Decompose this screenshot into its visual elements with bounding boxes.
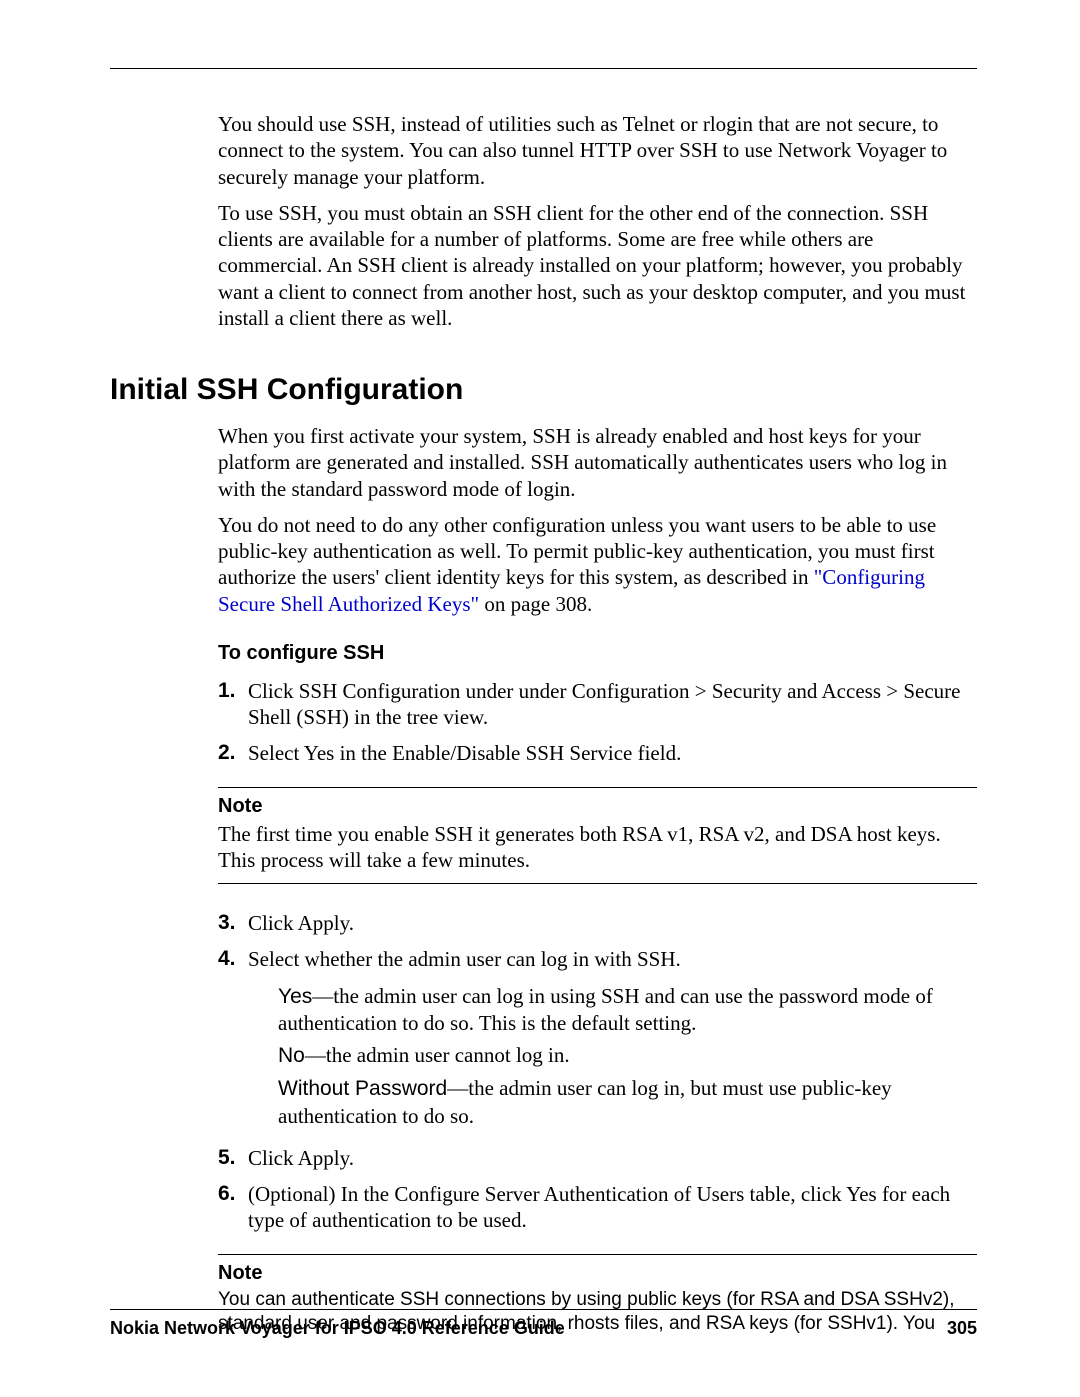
step-3: 3. Click Apply. [218,910,977,936]
section-paragraph-1: When you first activate your system, SSH… [218,423,977,502]
step-5: 5. Click Apply. [218,1145,977,1171]
step-number: 2. [218,740,248,766]
step-number: 3. [218,910,248,936]
note-box-1: Note The first time you enable SSH it ge… [218,787,977,885]
option-text: —the admin user cannot log in. [305,1043,570,1067]
step-text: Select Yes in the Enable/Disable SSH Ser… [248,740,977,766]
top-rule [110,68,977,69]
step-text: Click SSH Configuration under under Conf… [248,678,977,731]
procedure-steps-cont: 3. Click Apply. 4. Select whether the ad… [218,910,977,1234]
section-paragraph-2: You do not need to do any other configur… [218,512,977,617]
option-no: No—the admin user cannot log in. [278,1042,977,1069]
section-heading: Initial SSH Configuration [110,373,977,407]
intro-paragraph-2: To use SSH, you must obtain an SSH clien… [218,200,977,331]
page-number: 305 [947,1318,977,1339]
step-1: 1. Click SSH Configuration under under C… [218,678,977,731]
option-text: —the admin user can log in using SSH and… [278,984,933,1035]
document-page: You should use SSH, instead of utilities… [0,0,1080,1397]
section-p2-tail: on page 308. [479,592,592,616]
step-number: 6. [218,1181,248,1234]
note-text: The first time you enable SSH it generat… [218,821,977,874]
step-2: 2. Select Yes in the Enable/Disable SSH … [218,740,977,766]
step-text: Click Apply. [248,1145,977,1171]
option-label: Without Password [278,1077,447,1100]
page-footer: Nokia Network Voyager for IPSO 4.0 Refer… [110,1309,977,1339]
step-6: 6. (Optional) In the Configure Server Au… [218,1181,977,1234]
note-label: Note [218,794,977,819]
step-text: Select whether the admin user can log in… [248,947,681,971]
section-body: When you first activate your system, SSH… [218,423,977,1337]
step-4: 4. Select whether the admin user can log… [218,946,977,1135]
option-label: Yes [278,985,312,1008]
option-without-password: Without Password—the admin user can log … [278,1075,977,1129]
footer-row: Nokia Network Voyager for IPSO 4.0 Refer… [110,1318,977,1339]
step-number: 4. [218,946,248,1135]
option-label: No [278,1044,305,1067]
procedure-heading: To configure SSH [218,641,977,666]
footer-title: Nokia Network Voyager for IPSO 4.0 Refer… [110,1318,565,1339]
intro-block: You should use SSH, instead of utilities… [218,111,977,331]
procedure-steps: 1. Click SSH Configuration under under C… [218,678,977,767]
footer-rule [110,1309,977,1310]
option-list: Yes—the admin user can log in using SSH … [278,983,977,1129]
note-label: Note [218,1261,977,1286]
option-yes: Yes—the admin user can log in using SSH … [278,983,977,1037]
step-text: Click Apply. [248,910,977,936]
step-text: (Optional) In the Configure Server Authe… [248,1181,977,1234]
step-body: Select whether the admin user can log in… [248,946,977,1135]
intro-paragraph-1: You should use SSH, instead of utilities… [218,111,977,190]
step-number: 1. [218,678,248,731]
step-number: 5. [218,1145,248,1171]
